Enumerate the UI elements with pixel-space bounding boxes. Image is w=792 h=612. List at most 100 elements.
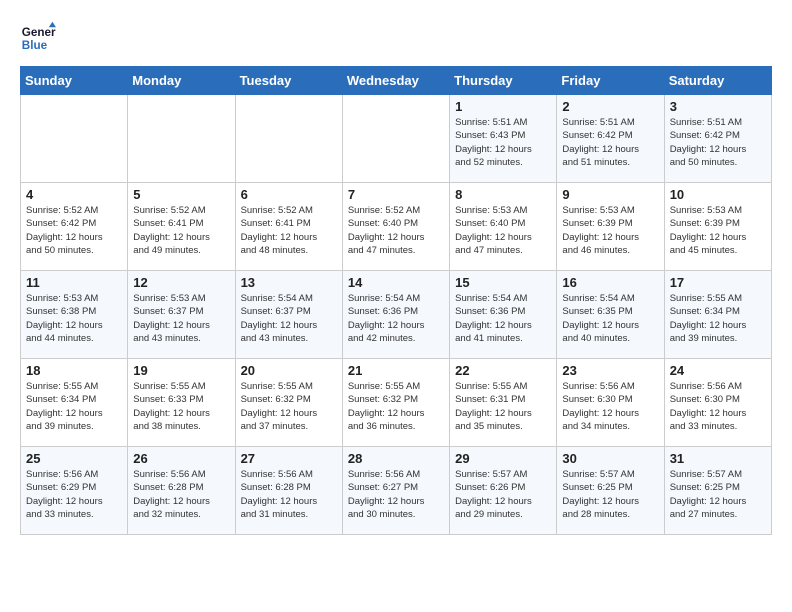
day-cell: 4Sunrise: 5:52 AMSunset: 6:42 PMDaylight… xyxy=(21,183,128,271)
week-row-3: 11Sunrise: 5:53 AMSunset: 6:38 PMDayligh… xyxy=(21,271,772,359)
header-saturday: Saturday xyxy=(664,67,771,95)
header-sunday: Sunday xyxy=(21,67,128,95)
day-cell: 21 Sunrise: 5:55 AMSunset: 6:32 PMDayligh… xyxy=(342,359,449,447)
day-cell: 11Sunrise: 5:53 AMSunset: 6:38 PMDayligh… xyxy=(21,271,128,359)
day-info: Sunrise: 5:51 AMSunset: 6:43 PMDaylight:… xyxy=(455,116,551,169)
day-number: 14 xyxy=(348,275,444,290)
day-info: Sunrise: 5:55 AMSunset: 6:33 PMDaylight:… xyxy=(133,380,229,433)
day-info: Sunrise: 5:57 AMSunset: 6:25 PMDaylight:… xyxy=(562,468,658,521)
day-info: Sunrise: 5:56 AMSunset: 6:28 PMDaylight:… xyxy=(241,468,337,521)
day-cell: 3 Sunrise: 5:51 AMSunset: 6:42 PMDaylight… xyxy=(664,95,771,183)
day-number: 8 xyxy=(455,187,551,202)
day-cell: 20 Sunrise: 5:55 AMSunset: 6:32 PMDayligh… xyxy=(235,359,342,447)
day-number: 30 xyxy=(562,451,658,466)
day-number: 21 xyxy=(348,363,444,378)
day-info: Sunrise: 5:53 AMSunset: 6:40 PMDaylight:… xyxy=(455,204,551,257)
calendar-table: SundayMondayTuesdayWednesdayThursdayFrid… xyxy=(20,66,772,535)
day-number: 1 xyxy=(455,99,551,114)
day-number: 24 xyxy=(670,363,766,378)
day-cell: 19Sunrise: 5:55 AMSunset: 6:33 PMDayligh… xyxy=(128,359,235,447)
day-info: Sunrise: 5:54 AMSunset: 6:35 PMDaylight:… xyxy=(562,292,658,345)
calendar-body: 1 Sunrise: 5:51 AMSunset: 6:43 PMDaylight… xyxy=(21,95,772,535)
day-info: Sunrise: 5:55 AMSunset: 6:31 PMDaylight:… xyxy=(455,380,551,433)
day-info: Sunrise: 5:54 AMSunset: 6:36 PMDaylight:… xyxy=(348,292,444,345)
day-number: 6 xyxy=(241,187,337,202)
day-number: 25 xyxy=(26,451,122,466)
day-info: Sunrise: 5:51 AMSunset: 6:42 PMDaylight:… xyxy=(670,116,766,169)
day-cell: 12 Sunrise: 5:53 AMSunset: 6:37 PMDayligh… xyxy=(128,271,235,359)
day-cell xyxy=(342,95,449,183)
week-row-2: 4Sunrise: 5:52 AMSunset: 6:42 PMDaylight… xyxy=(21,183,772,271)
day-number: 9 xyxy=(562,187,658,202)
day-cell: 27 Sunrise: 5:56 AMSunset: 6:28 PMDayligh… xyxy=(235,447,342,535)
day-number: 10 xyxy=(670,187,766,202)
header-friday: Friday xyxy=(557,67,664,95)
day-number: 26 xyxy=(133,451,229,466)
day-number: 23 xyxy=(562,363,658,378)
day-info: Sunrise: 5:53 AMSunset: 6:39 PMDaylight:… xyxy=(670,204,766,257)
logo-icon: General Blue xyxy=(20,20,56,56)
day-number: 2 xyxy=(562,99,658,114)
day-cell: 17Sunrise: 5:55 AMSunset: 6:34 PMDayligh… xyxy=(664,271,771,359)
week-row-5: 25 Sunrise: 5:56 AMSunset: 6:29 PMDayligh… xyxy=(21,447,772,535)
calendar-header: SundayMondayTuesdayWednesdayThursdayFrid… xyxy=(21,67,772,95)
day-info: Sunrise: 5:56 AMSunset: 6:30 PMDaylight:… xyxy=(562,380,658,433)
day-number: 20 xyxy=(241,363,337,378)
day-info: Sunrise: 5:52 AMSunset: 6:41 PMDaylight:… xyxy=(241,204,337,257)
week-row-1: 1 Sunrise: 5:51 AMSunset: 6:43 PMDaylight… xyxy=(21,95,772,183)
header-row: SundayMondayTuesdayWednesdayThursdayFrid… xyxy=(21,67,772,95)
day-info: Sunrise: 5:52 AMSunset: 6:42 PMDaylight:… xyxy=(26,204,122,257)
day-number: 16 xyxy=(562,275,658,290)
day-cell: 7 Sunrise: 5:52 AMSunset: 6:40 PMDaylight… xyxy=(342,183,449,271)
svg-text:Blue: Blue xyxy=(22,39,48,52)
day-cell: 28Sunrise: 5:56 AMSunset: 6:27 PMDayligh… xyxy=(342,447,449,535)
day-number: 11 xyxy=(26,275,122,290)
day-cell: 6 Sunrise: 5:52 AMSunset: 6:41 PMDaylight… xyxy=(235,183,342,271)
day-cell: 22Sunrise: 5:55 AMSunset: 6:31 PMDayligh… xyxy=(450,359,557,447)
day-cell: 10 Sunrise: 5:53 AMSunset: 6:39 PMDayligh… xyxy=(664,183,771,271)
day-info: Sunrise: 5:54 AMSunset: 6:37 PMDaylight:… xyxy=(241,292,337,345)
day-info: Sunrise: 5:53 AMSunset: 6:37 PMDaylight:… xyxy=(133,292,229,345)
header-tuesday: Tuesday xyxy=(235,67,342,95)
day-cell: 23 Sunrise: 5:56 AMSunset: 6:30 PMDayligh… xyxy=(557,359,664,447)
day-info: Sunrise: 5:55 AMSunset: 6:32 PMDaylight:… xyxy=(241,380,337,433)
header-monday: Monday xyxy=(128,67,235,95)
day-cell: 5Sunrise: 5:52 AMSunset: 6:41 PMDaylight… xyxy=(128,183,235,271)
day-info: Sunrise: 5:53 AMSunset: 6:39 PMDaylight:… xyxy=(562,204,658,257)
day-cell xyxy=(235,95,342,183)
day-number: 17 xyxy=(670,275,766,290)
day-number: 15 xyxy=(455,275,551,290)
day-number: 13 xyxy=(241,275,337,290)
day-info: Sunrise: 5:56 AMSunset: 6:28 PMDaylight:… xyxy=(133,468,229,521)
day-info: Sunrise: 5:55 AMSunset: 6:32 PMDaylight:… xyxy=(348,380,444,433)
day-cell: 14 Sunrise: 5:54 AMSunset: 6:36 PMDayligh… xyxy=(342,271,449,359)
day-number: 12 xyxy=(133,275,229,290)
day-number: 18 xyxy=(26,363,122,378)
day-cell: 31 Sunrise: 5:57 AMSunset: 6:25 PMDayligh… xyxy=(664,447,771,535)
day-cell: 15 Sunrise: 5:54 AMSunset: 6:36 PMDayligh… xyxy=(450,271,557,359)
day-number: 5 xyxy=(133,187,229,202)
logo: General Blue xyxy=(20,20,56,56)
day-cell: 29Sunrise: 5:57 AMSunset: 6:26 PMDayligh… xyxy=(450,447,557,535)
day-cell: 24 Sunrise: 5:56 AMSunset: 6:30 PMDayligh… xyxy=(664,359,771,447)
day-number: 27 xyxy=(241,451,337,466)
day-info: Sunrise: 5:57 AMSunset: 6:26 PMDaylight:… xyxy=(455,468,551,521)
day-number: 31 xyxy=(670,451,766,466)
day-info: Sunrise: 5:54 AMSunset: 6:36 PMDaylight:… xyxy=(455,292,551,345)
day-cell: 13 Sunrise: 5:54 AMSunset: 6:37 PMDayligh… xyxy=(235,271,342,359)
day-cell: 1 Sunrise: 5:51 AMSunset: 6:43 PMDaylight… xyxy=(450,95,557,183)
day-info: Sunrise: 5:52 AMSunset: 6:40 PMDaylight:… xyxy=(348,204,444,257)
day-info: Sunrise: 5:57 AMSunset: 6:25 PMDaylight:… xyxy=(670,468,766,521)
day-info: Sunrise: 5:51 AMSunset: 6:42 PMDaylight:… xyxy=(562,116,658,169)
day-number: 28 xyxy=(348,451,444,466)
day-info: Sunrise: 5:55 AMSunset: 6:34 PMDaylight:… xyxy=(26,380,122,433)
day-number: 3 xyxy=(670,99,766,114)
header-wednesday: Wednesday xyxy=(342,67,449,95)
day-cell: 2 Sunrise: 5:51 AMSunset: 6:42 PMDaylight… xyxy=(557,95,664,183)
day-cell xyxy=(21,95,128,183)
day-info: Sunrise: 5:56 AMSunset: 6:30 PMDaylight:… xyxy=(670,380,766,433)
svg-text:General: General xyxy=(22,26,56,39)
day-number: 7 xyxy=(348,187,444,202)
day-info: Sunrise: 5:56 AMSunset: 6:29 PMDaylight:… xyxy=(26,468,122,521)
day-cell: 16 Sunrise: 5:54 AMSunset: 6:35 PMDayligh… xyxy=(557,271,664,359)
